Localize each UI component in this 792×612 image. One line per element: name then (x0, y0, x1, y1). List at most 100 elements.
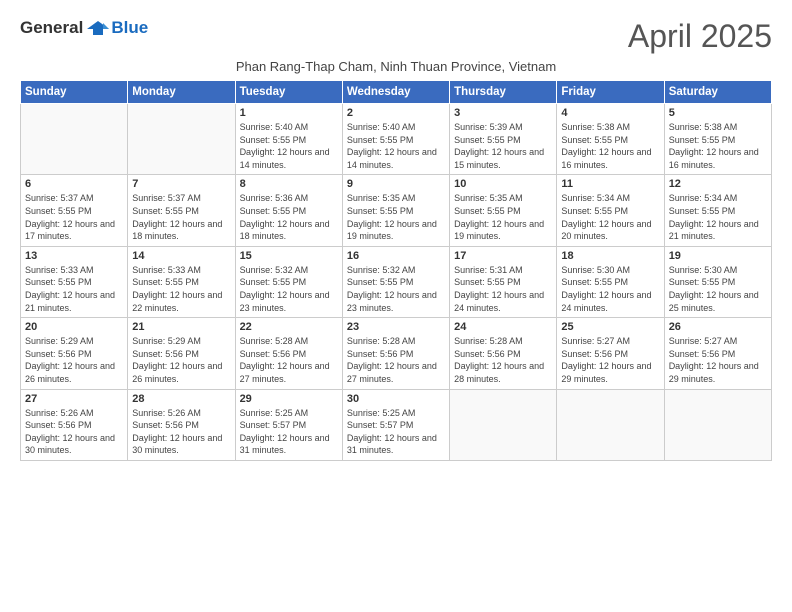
table-row: 14 Sunrise: 5:33 AM Sunset: 5:55 PM Dayli… (128, 246, 235, 317)
cell-day-number: 7 (132, 178, 230, 190)
table-row (21, 104, 128, 175)
table-row: 26Sunrise: 5:27 AM Sunset: 5:56 PM Dayli… (664, 318, 771, 389)
table-row (450, 389, 557, 460)
cell-day-number: 18 (561, 250, 659, 262)
cell-day-info: Sunrise: 5:40 AM Sunset: 5:55 PM Dayligh… (347, 121, 445, 171)
header-saturday: Saturday (664, 81, 771, 104)
cell-day-info: Sunrise: 5:37 AM Sunset: 5:55 PM Dayligh… (25, 192, 123, 242)
cell-day-info: Sunrise: 5:27 AM Sunset: 5:56 PM Dayligh… (669, 335, 767, 385)
table-row: 28 Sunrise: 5:26 AM Sunset: 5:56 PM Dayli… (128, 389, 235, 460)
title-section: April 2025 (628, 18, 772, 55)
cell-day-info: Sunrise: 5:25 AM Sunset: 5:57 PM Dayligh… (240, 407, 338, 457)
cell-day-info: Sunrise: 5:26 AM Sunset: 5:56 PM Dayligh… (25, 407, 123, 457)
logo: General Blue (20, 18, 148, 38)
cell-day-number: 20 (25, 321, 123, 333)
cell-day-number: 16 (347, 250, 445, 262)
cell-day-number: 27 (25, 393, 123, 405)
cell-day-number: 6 (25, 178, 123, 190)
cell-day-info: Sunrise: 5:33 AM Sunset: 5:55 PM Dayligh… (132, 264, 230, 314)
table-row: 19Sunrise: 5:30 AM Sunset: 5:55 PM Dayli… (664, 246, 771, 317)
cell-day-info: Sunrise: 5:38 AM Sunset: 5:55 PM Dayligh… (561, 121, 659, 171)
cell-day-info: Sunrise: 5:28 AM Sunset: 5:56 PM Dayligh… (240, 335, 338, 385)
cell-day-info: Sunrise: 5:37 AM Sunset: 5:55 PM Dayligh… (132, 192, 230, 242)
cell-day-number: 4 (561, 107, 659, 119)
table-row: 16 Sunrise: 5:32 AM Sunset: 5:55 PM Dayli… (342, 246, 449, 317)
cell-day-number: 13 (25, 250, 123, 262)
logo-blue-text: Blue (111, 18, 148, 38)
cell-day-info: Sunrise: 5:32 AM Sunset: 5:55 PM Dayligh… (240, 264, 338, 314)
table-row: 25 Sunrise: 5:27 AM Sunset: 5:56 PM Dayli… (557, 318, 664, 389)
table-row: 23Sunrise: 5:28 AM Sunset: 5:56 PM Dayli… (342, 318, 449, 389)
cell-day-number: 23 (347, 321, 445, 333)
table-row: 6 Sunrise: 5:37 AM Sunset: 5:55 PM Daylig… (21, 175, 128, 246)
table-row: 13 Sunrise: 5:33 AM Sunset: 5:55 PM Dayli… (21, 246, 128, 317)
header-tuesday: Tuesday (235, 81, 342, 104)
calendar-table: Sunday Monday Tuesday Wednesday Thursday… (20, 80, 772, 461)
cell-day-info: Sunrise: 5:33 AM Sunset: 5:55 PM Dayligh… (25, 264, 123, 314)
cell-day-info: Sunrise: 5:30 AM Sunset: 5:55 PM Dayligh… (561, 264, 659, 314)
table-row: 4 Sunrise: 5:38 AM Sunset: 5:55 PM Daylig… (557, 104, 664, 175)
cell-day-number: 19 (669, 250, 767, 262)
cell-day-info: Sunrise: 5:34 AM Sunset: 5:55 PM Dayligh… (561, 192, 659, 242)
cell-day-number: 28 (132, 393, 230, 405)
table-row: 15 Sunrise: 5:32 AM Sunset: 5:55 PM Dayli… (235, 246, 342, 317)
table-row: 11 Sunrise: 5:34 AM Sunset: 5:55 PM Dayli… (557, 175, 664, 246)
table-row: 29 Sunrise: 5:25 AM Sunset: 5:57 PM Dayli… (235, 389, 342, 460)
calendar-week-row: 13 Sunrise: 5:33 AM Sunset: 5:55 PM Dayli… (21, 246, 772, 317)
table-row (664, 389, 771, 460)
cell-day-number: 15 (240, 250, 338, 262)
header-thursday: Thursday (450, 81, 557, 104)
cell-day-info: Sunrise: 5:36 AM Sunset: 5:55 PM Dayligh… (240, 192, 338, 242)
table-row: 20 Sunrise: 5:29 AM Sunset: 5:56 PM Dayli… (21, 318, 128, 389)
cell-day-number: 9 (347, 178, 445, 190)
cell-day-number: 10 (454, 178, 552, 190)
table-row: 10Sunrise: 5:35 AM Sunset: 5:55 PM Dayli… (450, 175, 557, 246)
cell-day-info: Sunrise: 5:31 AM Sunset: 5:55 PM Dayligh… (454, 264, 552, 314)
cell-day-info: Sunrise: 5:32 AM Sunset: 5:55 PM Dayligh… (347, 264, 445, 314)
calendar-week-row: 20 Sunrise: 5:29 AM Sunset: 5:56 PM Dayli… (21, 318, 772, 389)
cell-day-number: 8 (240, 178, 338, 190)
cell-day-number: 29 (240, 393, 338, 405)
table-row (128, 104, 235, 175)
main-title: April 2025 (628, 18, 772, 55)
logo-general-text: General (20, 18, 83, 38)
table-row: 18 Sunrise: 5:30 AM Sunset: 5:55 PM Dayli… (557, 246, 664, 317)
table-row: 24 Sunrise: 5:28 AM Sunset: 5:56 PM Dayli… (450, 318, 557, 389)
header-monday: Monday (128, 81, 235, 104)
cell-day-number: 2 (347, 107, 445, 119)
cell-day-info: Sunrise: 5:35 AM Sunset: 5:55 PM Dayligh… (347, 192, 445, 242)
cell-day-number: 11 (561, 178, 659, 190)
cell-day-number: 22 (240, 321, 338, 333)
table-row: 1Sunrise: 5:40 AM Sunset: 5:55 PM Daylig… (235, 104, 342, 175)
cell-day-number: 24 (454, 321, 552, 333)
logo-bird-icon (87, 19, 109, 37)
cell-day-info: Sunrise: 5:25 AM Sunset: 5:57 PM Dayligh… (347, 407, 445, 457)
cell-day-info: Sunrise: 5:38 AM Sunset: 5:55 PM Dayligh… (669, 121, 767, 171)
cell-day-number: 1 (240, 107, 338, 119)
cell-day-info: Sunrise: 5:28 AM Sunset: 5:56 PM Dayligh… (454, 335, 552, 385)
table-row: 9 Sunrise: 5:35 AM Sunset: 5:55 PM Daylig… (342, 175, 449, 246)
table-row: 22 Sunrise: 5:28 AM Sunset: 5:56 PM Dayli… (235, 318, 342, 389)
cell-day-info: Sunrise: 5:27 AM Sunset: 5:56 PM Dayligh… (561, 335, 659, 385)
cell-day-number: 21 (132, 321, 230, 333)
cell-day-number: 25 (561, 321, 659, 333)
cell-day-number: 12 (669, 178, 767, 190)
table-row: 3Sunrise: 5:39 AM Sunset: 5:55 PM Daylig… (450, 104, 557, 175)
cell-day-number: 30 (347, 393, 445, 405)
calendar-week-row: 1 Sunrise: 5:40 AM Sunset: 5:55 PM Daylig… (21, 104, 772, 175)
cell-day-number: 17 (454, 250, 552, 262)
table-row: 2 Sunrise: 5:40 AM Sunset: 5:55 PM Daylig… (342, 104, 449, 175)
table-row: 27 Sunrise: 5:26 AM Sunset: 5:56 PM Dayli… (21, 389, 128, 460)
header-wednesday: Wednesday (342, 81, 449, 104)
cell-day-info: Sunrise: 5:26 AM Sunset: 5:56 PM Dayligh… (132, 407, 230, 457)
table-row: 30 Sunrise: 5:25 AM Sunset: 5:57 PM Dayli… (342, 389, 449, 460)
cell-day-number: 5 (669, 107, 767, 119)
header-friday: Friday (557, 81, 664, 104)
cell-day-info: Sunrise: 5:34 AM Sunset: 5:55 PM Dayligh… (669, 192, 767, 242)
table-row (557, 389, 664, 460)
calendar-week-row: 6 Sunrise: 5:37 AM Sunset: 5:55 PM Daylig… (21, 175, 772, 246)
cell-day-number: 14 (132, 250, 230, 262)
page: General Blue April 2025 Phan Rang-Thap C… (0, 0, 792, 612)
table-row: 12 Sunrise: 5:34 AM Sunset: 5:55 PM Dayli… (664, 175, 771, 246)
cell-day-info: Sunrise: 5:29 AM Sunset: 5:56 PM Dayligh… (25, 335, 123, 385)
